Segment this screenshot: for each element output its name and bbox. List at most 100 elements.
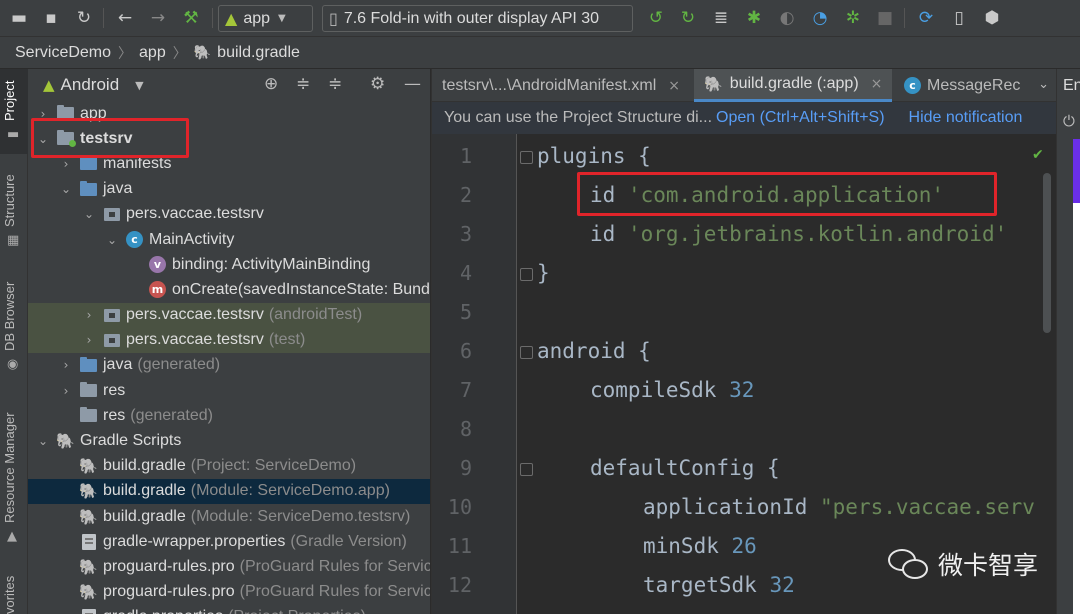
class-icon: c xyxy=(125,231,144,249)
tree-item[interactable]: 🐘 build.gradle (Module: ServiceDemo.app) xyxy=(28,478,430,504)
power-icon[interactable]: ⏻ xyxy=(1063,112,1075,130)
tree-item[interactable]: 🐘 build.gradle (Project: ServiceDemo) xyxy=(28,454,430,479)
debug-icon[interactable]: ✱ xyxy=(743,7,765,29)
tree-item[interactable]: gradle.properties (Project Properties) xyxy=(28,605,430,614)
tree-item-qualifier: (ProGuard Rules for Servic xyxy=(239,557,430,575)
tree-item[interactable]: m onCreate(savedInstanceState: Bundl xyxy=(28,277,430,302)
chevron-right-icon[interactable]: › xyxy=(59,358,73,372)
forward-icon[interactable]: → xyxy=(147,7,169,29)
chevron-right-icon[interactable]: › xyxy=(82,308,96,322)
tree-item[interactable]: › pers.vaccae.testsrv (test) xyxy=(28,327,430,353)
tab-message-receiver[interactable]: c MessageRec xyxy=(892,69,1022,102)
sdk-manager-icon[interactable]: ⬢ xyxy=(981,7,1003,29)
tree-item[interactable]: › res xyxy=(28,378,430,403)
tree-item-name: gradle-wrapper.properties xyxy=(103,532,286,550)
collapse-all-icon[interactable]: ≑ xyxy=(328,74,342,94)
chevron-down-icon[interactable]: ⌄ xyxy=(82,207,96,221)
expand-all-icon[interactable]: ≑ xyxy=(296,74,310,94)
gradle-icon: 🐘 xyxy=(193,44,212,61)
code-view[interactable]: 1 2 3 4 5 6 7 8 9 10 11 12 plugins { id … xyxy=(432,134,1057,614)
attach-process-icon[interactable]: ✲ xyxy=(842,7,864,29)
tree-item-label: proguard-rules.pro (ProGuard Rules for Se… xyxy=(103,558,430,576)
save-icon[interactable]: ▪ xyxy=(40,7,62,29)
breadcrumb-module[interactable]: app xyxy=(139,44,166,62)
hammer-icon[interactable]: ⚒ xyxy=(180,7,202,29)
fold-marker-icon[interactable] xyxy=(520,346,533,359)
resource-manager-tool-tab[interactable]: Resource Manager xyxy=(2,412,17,523)
attach-debugger-icon[interactable]: ≣ xyxy=(710,7,732,29)
apply-changes-icon[interactable]: ↺ xyxy=(645,7,667,29)
gradle-icon: 🐘 xyxy=(704,75,723,93)
tree-item[interactable]: › java (generated) xyxy=(28,353,430,378)
chevron-down-icon[interactable]: ⌄ xyxy=(36,434,50,448)
source-folder-icon xyxy=(79,180,98,198)
tree-item-label: pers.vaccae.testsrv (androidTest) xyxy=(126,306,362,324)
tab-android-manifest[interactable]: testsrv\...\AndroidManifest.xml × xyxy=(432,69,694,102)
minimize-icon[interactable]: — xyxy=(404,74,421,94)
chevron-right-icon[interactable]: › xyxy=(59,157,73,171)
tree-item-qualifier: (Gradle Version) xyxy=(290,532,407,550)
vertical-scrollbar[interactable] xyxy=(1043,173,1051,333)
chevron-right-icon: 〉 xyxy=(172,45,187,62)
tree-item[interactable]: ⌄ c MainActivity xyxy=(28,227,430,252)
fold-marker-icon[interactable] xyxy=(520,268,533,281)
project-tool-tab[interactable]: Project xyxy=(2,81,17,121)
variable-icon: v xyxy=(148,256,167,274)
notification-bar: You can use the Project Structure di... … xyxy=(432,102,1057,134)
hide-notification-link[interactable]: Hide notification xyxy=(909,109,1023,127)
chevron-right-icon[interactable]: › xyxy=(59,384,73,398)
gear-icon[interactable]: ⚙ xyxy=(370,74,385,94)
tree-item[interactable]: 🐘 build.gradle (Module: ServiceDemo.testsr… xyxy=(28,504,430,529)
folder-open-icon[interactable]: ▬ xyxy=(8,7,30,29)
fold-marker-icon[interactable] xyxy=(520,463,533,476)
tree-item[interactable]: › pers.vaccae.testsrv (androidTest) xyxy=(28,302,430,328)
run-config-select[interactable]: ▲ app ▼ xyxy=(218,5,313,32)
device-manager-icon[interactable]: ▯ xyxy=(948,7,970,29)
tree-item[interactable]: res (generated) xyxy=(28,403,430,428)
line-number: 3 xyxy=(459,222,472,246)
favorites-tool-tab[interactable]: vorites xyxy=(2,576,17,614)
tree-item-name: res xyxy=(103,406,126,424)
locate-icon[interactable]: ⊕ xyxy=(264,74,278,94)
db-browser-tool-tab[interactable]: DB Browser xyxy=(2,282,17,351)
chevron-down-icon[interactable]: ⌄ xyxy=(1038,77,1049,92)
line-number: 8 xyxy=(459,417,472,441)
tree-item-label: res (generated) xyxy=(103,407,213,425)
chevron-down-icon[interactable]: ⌄ xyxy=(105,233,119,247)
run-config-label: app xyxy=(243,9,271,27)
apply-code-changes-icon[interactable]: ↻ xyxy=(677,7,699,29)
sync-icon[interactable]: ↻ xyxy=(73,7,95,29)
right-panel: En ⏻ xyxy=(1056,69,1080,614)
close-icon[interactable]: × xyxy=(871,76,883,92)
tree-item[interactable]: 🐘 proguard-rules.pro (ProGuard Rules for S… xyxy=(28,554,430,579)
fold-marker-icon[interactable] xyxy=(520,151,533,164)
tree-item[interactable]: v binding: ActivityMainBinding xyxy=(28,252,430,277)
project-view-mode: Android xyxy=(60,75,120,94)
device-select[interactable]: ▯ 7.6 Fold-in with outer display API 30 xyxy=(322,5,633,32)
tree-item[interactable]: gradle-wrapper.properties (Gradle Version… xyxy=(28,529,430,554)
breadcrumb-file[interactable]: build.gradle xyxy=(217,44,300,62)
tree-item-label: proguard-rules.pro (ProGuard Rules for Se… xyxy=(103,583,430,601)
open-project-structure-link[interactable]: Open (Ctrl+Alt+Shift+S) xyxy=(716,109,885,127)
right-panel-label: En xyxy=(1063,77,1080,94)
tree-item[interactable]: ⌄ 🐘 Gradle Scripts xyxy=(28,428,430,453)
tree-item[interactable]: 🐘 proguard-rules.pro (ProGuard Rules for S… xyxy=(28,580,430,605)
gradle-sync-icon[interactable]: ⟳ xyxy=(915,7,937,29)
profile-icon[interactable]: ◔ xyxy=(809,7,831,29)
tree-item[interactable]: ⌄ pers.vaccae.testsrv xyxy=(28,202,430,227)
back-icon[interactable]: ← xyxy=(114,7,136,29)
stop-icon[interactable]: ■ xyxy=(874,7,896,29)
breadcrumb-project[interactable]: ServiceDemo xyxy=(15,44,111,62)
tab-build-gradle-app[interactable]: 🐘 build.gradle (:app) × xyxy=(694,69,892,102)
tree-item[interactable]: ⌄ java xyxy=(28,177,430,202)
close-icon[interactable]: × xyxy=(668,78,680,94)
tree-item-label: build.gradle (Project: ServiceDemo) xyxy=(103,457,356,475)
chevron-down-icon[interactable]: ⌄ xyxy=(59,182,73,196)
tree-item-label: gradle.properties (Project Properties) xyxy=(103,608,366,614)
device-icon: ▯ xyxy=(329,9,338,28)
notification-text: You can use the Project Structure di... xyxy=(444,109,713,126)
tree-item-name: proguard-rules.pro xyxy=(103,557,235,575)
chevron-right-icon[interactable]: › xyxy=(82,333,96,347)
coverage-icon[interactable]: ◐ xyxy=(776,7,798,29)
structure-tool-tab[interactable]: Structure xyxy=(2,174,17,227)
